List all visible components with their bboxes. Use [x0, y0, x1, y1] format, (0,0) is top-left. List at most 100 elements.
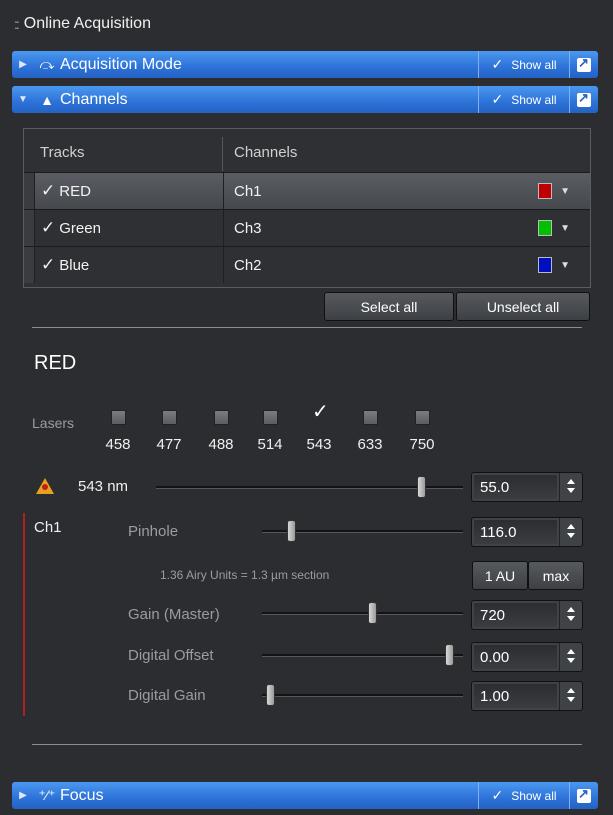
section-acquisition-mode[interactable]: ▶ ⤼ Acquisition Mode ✓ Show all [12, 51, 598, 78]
laser-line-label: 543 nm [78, 478, 129, 495]
laser-checkbox-750[interactable] [415, 410, 430, 425]
online-acquisition-panel: :: Online Acquisition ▶ ⤼ Acquisition Mo… [0, 0, 613, 815]
laser-wavelength: 488 [208, 436, 234, 453]
channel-indicator-line [23, 513, 25, 716]
channel-name: Ch3 [234, 219, 262, 237]
popout-button[interactable] [569, 86, 598, 113]
collapse-arrow-icon[interactable]: ▼ [12, 94, 34, 105]
laser-wavelength: 633 [357, 436, 383, 453]
digital-gain-value[interactable]: 1.00 [474, 684, 557, 708]
pinhole-slider-thumb[interactable] [287, 520, 296, 542]
expand-arrow-icon[interactable]: ▶ [12, 59, 34, 70]
color-swatch[interactable] [538, 183, 553, 199]
pinhole-value[interactable]: 116.0 [474, 520, 557, 544]
table-row[interactable]: ✓ Green Ch3 ▼ [24, 209, 590, 246]
color-swatch[interactable] [538, 220, 553, 236]
checkbox-checked-icon[interactable]: ✓ [41, 218, 55, 238]
channels-header: Channels [234, 144, 298, 161]
popout-button[interactable] [569, 51, 598, 78]
track-title: RED [34, 352, 77, 374]
chevron-down-icon[interactable]: ▼ [560, 260, 570, 271]
digital-gain-stepper[interactable]: 1.00 [471, 681, 583, 711]
grip-icon[interactable]: :: [14, 16, 20, 32]
gain-stepper[interactable]: 720 [471, 600, 583, 630]
lasers-label: Lasers [32, 415, 75, 431]
tracks-table: Tracks Channels ✓ RED Ch1 ▼ ✓ Green Ch3 [23, 128, 591, 288]
show-all-toggle[interactable]: ✓ Show all [478, 782, 569, 809]
digital-gain-slider-thumb[interactable] [266, 684, 275, 706]
digital-offset-value[interactable]: 0.00 [474, 645, 557, 669]
popout-icon [577, 55, 591, 72]
laser-checkbox-633[interactable] [363, 410, 378, 425]
gain-slider-thumb[interactable] [368, 602, 377, 624]
digital-gain-label: Digital Gain [128, 687, 206, 704]
laser-checkbox-488[interactable] [214, 410, 229, 425]
divider [32, 744, 582, 745]
show-all-label: Show all [511, 57, 557, 72]
check-icon: ✓ [491, 787, 504, 803]
show-all-label: Show all [511, 788, 557, 803]
laser-wavelength: 543 [306, 436, 332, 453]
digital-gain-slider[interactable] [262, 694, 463, 697]
popout-icon [577, 90, 591, 107]
gain-value[interactable]: 720 [474, 603, 557, 627]
chevron-down-icon[interactable]: ▼ [560, 186, 570, 197]
laser-wavelength: 750 [409, 436, 435, 453]
laser-wavelength: 458 [105, 436, 131, 453]
digital-offset-slider-thumb[interactable] [445, 644, 454, 666]
row-gutter [24, 210, 35, 246]
laser-power-stepper[interactable]: 55.0 [471, 472, 583, 502]
gain-label: Gain (Master) [128, 606, 220, 623]
table-row[interactable]: ✓ Blue Ch2 ▼ [24, 246, 590, 283]
digital-offset-slider[interactable] [262, 654, 463, 657]
laser-power-value[interactable]: 55.0 [474, 475, 557, 499]
channel-cell[interactable]: Ch2 ▼ [224, 247, 590, 283]
show-all-toggle[interactable]: ✓ Show all [478, 51, 569, 78]
expand-arrow-icon[interactable]: ▶ [12, 790, 34, 801]
checkbox-checked-icon[interactable]: ✓ [41, 181, 55, 201]
laser-checkbox-514[interactable] [263, 410, 278, 425]
section-channels[interactable]: ▼ ▲ Channels ✓ Show all [12, 86, 598, 113]
one-au-button[interactable]: 1 AU [472, 561, 528, 590]
airy-units-info: 1.36 Airy Units = 1.3 µm section [160, 568, 330, 582]
laser-wavelength: 477 [156, 436, 182, 453]
spin-arrows-icon[interactable] [559, 643, 582, 671]
select-all-button[interactable]: Select all [324, 292, 454, 321]
popout-button[interactable] [569, 782, 598, 809]
tracks-header: Tracks [40, 144, 85, 161]
row-gutter [24, 247, 35, 283]
laser-checkbox-543[interactable]: ✓ [312, 402, 329, 422]
laser-warning-icon [36, 478, 54, 494]
channel-label: Ch1 [34, 519, 62, 536]
section-title: Channels [60, 90, 128, 108]
channel-cell[interactable]: Ch1 ▼ [224, 173, 590, 209]
spin-arrows-icon[interactable] [559, 682, 582, 710]
digital-offset-stepper[interactable]: 0.00 [471, 642, 583, 672]
laser-power-slider-thumb[interactable] [417, 476, 426, 498]
laser-checkbox-458[interactable] [111, 410, 126, 425]
chevron-down-icon[interactable]: ▼ [560, 223, 570, 234]
checkbox-checked-icon[interactable]: ✓ [41, 255, 55, 275]
track-cell[interactable]: ✓ Green [35, 210, 224, 246]
laser-wavelength: 514 [257, 436, 283, 453]
spin-arrows-icon[interactable] [559, 473, 582, 501]
spin-arrows-icon[interactable] [559, 518, 582, 546]
channel-name: Ch1 [234, 182, 262, 200]
table-row[interactable]: ✓ RED Ch1 ▼ [24, 172, 590, 209]
channel-cell[interactable]: Ch3 ▼ [224, 210, 590, 246]
pinhole-stepper[interactable]: 116.0 [471, 517, 583, 547]
acquisition-mode-icon: ⤼ [39, 56, 55, 72]
color-swatch[interactable] [538, 257, 553, 273]
gain-slider[interactable] [262, 612, 463, 615]
check-icon: ✓ [491, 91, 504, 107]
track-name: Green [59, 219, 101, 237]
track-cell[interactable]: ✓ Blue [35, 247, 224, 283]
laser-checkbox-477[interactable] [162, 410, 177, 425]
show-all-toggle[interactable]: ✓ Show all [478, 86, 569, 113]
track-cell[interactable]: ✓ RED [35, 173, 224, 209]
section-focus[interactable]: ▶ ⁺⁄⁺ Focus ✓ Show all [12, 782, 598, 809]
unselect-all-button[interactable]: Unselect all [456, 292, 590, 321]
spin-arrows-icon[interactable] [559, 601, 582, 629]
max-button[interactable]: max [528, 561, 584, 590]
track-name: Blue [59, 256, 90, 274]
